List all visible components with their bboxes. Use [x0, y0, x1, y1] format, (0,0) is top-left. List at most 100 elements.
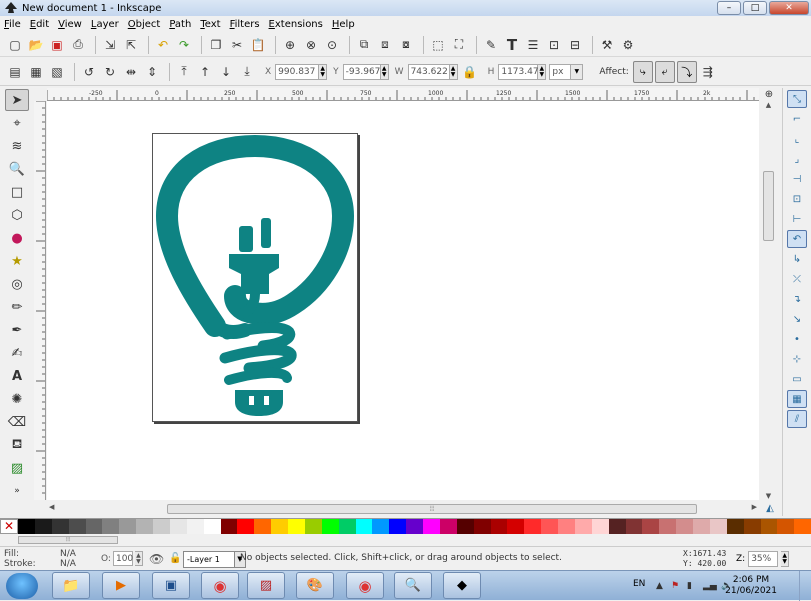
opacity-field[interactable]: 100: [112, 551, 133, 566]
snap-intersections-icon[interactable]: ⤫: [787, 270, 807, 288]
color-swatch[interactable]: [473, 519, 491, 534]
undo-icon[interactable]: ↶: [154, 36, 172, 54]
color-swatch[interactable]: [389, 519, 407, 534]
x-spinner[interactable]: ▲ ▼: [319, 63, 328, 80]
color-swatch[interactable]: [136, 519, 153, 534]
explorer-taskbar-icon[interactable]: 📁: [52, 572, 90, 599]
scroll-left-arrow[interactable]: ◀: [49, 503, 54, 511]
color-swatch[interactable]: [355, 519, 373, 534]
pencil-tool-icon[interactable]: ✏: [5, 296, 29, 318]
color-swatch[interactable]: [574, 519, 592, 534]
language-indicator[interactable]: EN: [633, 579, 645, 589]
paste-icon[interactable]: 📋: [249, 36, 267, 54]
signal-icon[interactable]: ▂▄: [703, 581, 717, 591]
new-document-icon[interactable]: ▢: [6, 36, 24, 54]
snap-bbox-center-icon[interactable]: ⊡: [787, 190, 807, 208]
xml-editor-icon[interactable]: ⊡: [545, 36, 563, 54]
color-swatch[interactable]: [423, 519, 440, 534]
clock[interactable]: 2:06 PM 21/06/2021: [725, 575, 777, 597]
zoom-tool-icon[interactable]: 🔍: [5, 158, 29, 180]
h-field[interactable]: 1173.47: [498, 63, 539, 80]
unlink-clone-icon[interactable]: ⧇: [397, 36, 415, 54]
network-icon[interactable]: ▮: [687, 581, 692, 591]
menu-object[interactable]: Object: [128, 19, 161, 30]
inkscape-taskbar-icon[interactable]: ◆: [443, 572, 481, 599]
color-swatch[interactable]: [490, 519, 508, 534]
snap-paths-icon[interactable]: ↳: [787, 250, 807, 268]
affect-pattern-icon[interactable]: ⇶: [699, 63, 717, 81]
color-swatch[interactable]: [203, 519, 221, 534]
color-swatch[interactable]: [642, 519, 660, 534]
color-swatch[interactable]: [676, 519, 693, 534]
color-swatch[interactable]: [794, 519, 811, 534]
raise-icon[interactable]: ↑: [196, 63, 214, 81]
color-swatch[interactable]: [321, 519, 339, 534]
gradient-tool-icon[interactable]: ▨: [5, 457, 29, 479]
spray-tool-icon[interactable]: ✺: [5, 388, 29, 410]
eye-icon[interactable]: 👁: [149, 552, 164, 566]
zoom-drawing-icon[interactable]: ⊗: [302, 36, 320, 54]
spiral-tool-icon[interactable]: ◎: [5, 273, 29, 295]
affect-gradient-button[interactable]: ⤵: [676, 60, 697, 83]
lower-to-bottom-icon[interactable]: ⤓: [238, 63, 256, 81]
minimize-button[interactable]: –: [717, 1, 741, 15]
y-spinner[interactable]: ▲ ▼: [380, 63, 389, 80]
text-tool-icon[interactable]: A: [5, 365, 29, 387]
opacity-spinner[interactable]: ▲ ▼: [134, 551, 143, 566]
lower-icon[interactable]: ↓: [217, 63, 235, 81]
redo-icon[interactable]: ↷: [175, 36, 193, 54]
x-field[interactable]: 990.837: [275, 63, 320, 80]
snap-center-icon[interactable]: ⊹: [787, 350, 807, 368]
menu-view[interactable]: View: [58, 19, 82, 30]
color-swatch[interactable]: [709, 519, 727, 534]
text-font-icon[interactable]: T: [503, 36, 521, 54]
deselect-icon[interactable]: ▧: [48, 63, 66, 81]
snap-toggle-icon[interactable]: ⤡: [787, 90, 807, 108]
fill-value[interactable]: N/A: [60, 549, 76, 559]
h-spinner[interactable]: ▲ ▼: [538, 63, 547, 80]
color-swatch[interactable]: [625, 519, 643, 534]
save-icon[interactable]: ▣: [48, 36, 66, 54]
color-swatch[interactable]: [254, 519, 272, 534]
select-all-icon[interactable]: ▤: [6, 63, 24, 81]
paint-taskbar-icon[interactable]: 🎨: [296, 572, 334, 599]
color-swatch[interactable]: [34, 519, 52, 534]
document-properties-icon[interactable]: ⚙: [619, 36, 637, 54]
color-swatch[interactable]: [102, 519, 120, 534]
copy-icon[interactable]: ❐: [207, 36, 225, 54]
pen-tool-icon[interactable]: ✒: [5, 319, 29, 341]
drawing-canvas[interactable]: [47, 101, 759, 500]
align-distribute-icon[interactable]: ⊟: [566, 36, 584, 54]
lock-ratio-icon[interactable]: 🔒: [461, 63, 479, 81]
color-swatch[interactable]: [51, 519, 69, 534]
flip-vertical-icon[interactable]: ⇕: [143, 63, 161, 81]
menu-path[interactable]: Path: [169, 19, 191, 30]
color-swatch[interactable]: [18, 519, 35, 534]
snap-bbox-corner-icon[interactable]: ⌟: [787, 150, 807, 168]
color-swatch[interactable]: [726, 519, 744, 534]
menu-extensions[interactable]: Extensions: [269, 19, 323, 30]
preferences-icon[interactable]: ⚒: [598, 36, 616, 54]
color-swatch[interactable]: [439, 519, 457, 534]
action-center-icon[interactable]: ⚑: [671, 581, 679, 591]
export-icon[interactable]: ⇱: [122, 36, 140, 54]
snap-nodes-icon[interactable]: ↶: [787, 230, 807, 248]
more-tools-icon[interactable]: »: [5, 480, 29, 502]
select-all-layers-icon[interactable]: ▦: [27, 63, 45, 81]
menu-text[interactable]: Text: [200, 19, 220, 30]
color-swatch[interactable]: [304, 519, 322, 534]
scroll-up-arrow[interactable]: ▲: [760, 101, 777, 109]
ungroup-icon[interactable]: ⛶: [450, 36, 468, 54]
raise-to-top-icon[interactable]: ⤒: [175, 63, 193, 81]
menu-filters[interactable]: Filters: [230, 19, 260, 30]
stroke-value[interactable]: N/A: [60, 559, 76, 569]
snap-bbox-edge-icon[interactable]: ⌞: [787, 130, 807, 148]
open-folder-icon[interactable]: 📂: [27, 36, 45, 54]
color-swatch[interactable]: [743, 519, 761, 534]
color-swatch[interactable]: [186, 519, 204, 534]
cut-icon[interactable]: ✂: [228, 36, 246, 54]
y-field[interactable]: -93.967: [342, 63, 381, 80]
lightbulb-drawing[interactable]: [153, 134, 359, 423]
color-swatch[interactable]: [237, 519, 255, 534]
color-swatch[interactable]: [456, 519, 474, 534]
